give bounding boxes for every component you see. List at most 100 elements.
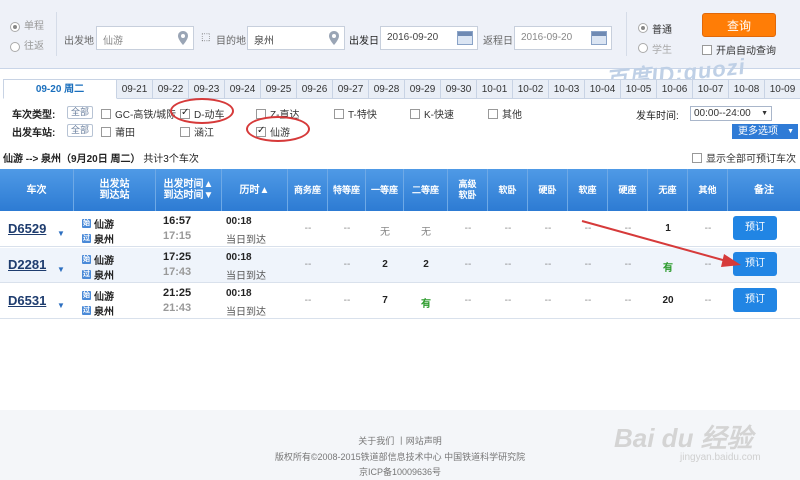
date-tab[interactable]: 09-20 周二 bbox=[3, 79, 117, 99]
date-tab[interactable]: 09-28 bbox=[369, 79, 405, 99]
date-tab[interactable]: 10-02 bbox=[513, 79, 549, 99]
filter-type-k[interactable]: K-快速 bbox=[410, 106, 454, 121]
date-tab[interactable]: 09-25 bbox=[261, 79, 297, 99]
checkbox-icon[interactable] bbox=[334, 108, 344, 119]
checkbox-icon[interactable] bbox=[101, 126, 111, 137]
seat-cell: 7 bbox=[382, 295, 388, 306]
date-tab[interactable]: 10-05 bbox=[621, 79, 657, 99]
column-header: 软卧 bbox=[488, 169, 528, 211]
arrive-time: 17:15 bbox=[163, 230, 192, 242]
divider bbox=[56, 12, 57, 56]
train-code-link[interactable]: D6531 bbox=[8, 293, 46, 308]
date-tab[interactable]: 09-21 bbox=[117, 79, 153, 99]
seat-cell: -- bbox=[624, 223, 632, 234]
expand-arrow-icon[interactable]: ▼ bbox=[57, 265, 65, 274]
date-tab[interactable]: 10-09 bbox=[765, 79, 800, 99]
calendar-icon[interactable] bbox=[591, 31, 607, 45]
radio-icon[interactable] bbox=[638, 23, 648, 33]
seat-cell: -- bbox=[584, 295, 592, 306]
date-tab[interactable]: 09-23 bbox=[189, 79, 225, 99]
depart-date-input[interactable]: 2016-09-20 bbox=[380, 26, 478, 50]
return-date-input[interactable]: 2016-09-20 bbox=[514, 26, 612, 50]
train-code-link[interactable]: D2281 bbox=[8, 257, 46, 272]
date-tab[interactable]: 09-22 bbox=[153, 79, 189, 99]
expand-arrow-icon[interactable]: ▼ bbox=[57, 229, 65, 238]
column-header: 备注 bbox=[754, 184, 774, 196]
seat-cell: 20 bbox=[662, 295, 674, 306]
date-tab[interactable]: 09-29 bbox=[405, 79, 441, 99]
table-row: D6531 ▼ 始仙游 过泉州 21:25 21:43 00:18 当日到达 -… bbox=[0, 284, 800, 319]
seat-cell: -- bbox=[544, 295, 552, 306]
train-code-link[interactable]: D6529 bbox=[8, 221, 46, 236]
show-all-checkbox[interactable]: 显示全部可预订车次 bbox=[692, 150, 796, 165]
date-tab[interactable]: 09-30 bbox=[441, 79, 477, 99]
calendar-icon[interactable] bbox=[457, 31, 473, 45]
column-header: 特等座 bbox=[328, 169, 366, 211]
column-header[interactable]: 出发时间▲ 到达时间▼ bbox=[156, 169, 222, 211]
filter-type-other[interactable]: 其他 bbox=[488, 106, 522, 121]
column-header: 商务座 bbox=[288, 169, 328, 211]
column-header[interactable]: 出发站 到达站 bbox=[74, 169, 156, 211]
filter-station-putian[interactable]: 莆田 bbox=[101, 124, 135, 139]
depart-time: 21:25 bbox=[163, 287, 192, 299]
date-tab[interactable]: 09-27 bbox=[333, 79, 369, 99]
seat-cell: 有 bbox=[663, 263, 673, 274]
book-button[interactable]: 预订 bbox=[733, 252, 777, 276]
column-header[interactable]: 车次 bbox=[0, 169, 74, 211]
all-types-button[interactable]: 全部 bbox=[67, 106, 94, 119]
arrive-time: 17:43 bbox=[163, 266, 192, 278]
depart-time-select[interactable]: 00:00--24:00 bbox=[690, 106, 772, 121]
all-stations-button[interactable]: 全部 bbox=[67, 124, 94, 137]
watermark-baidu-logo: Bai du 经验 bbox=[614, 423, 753, 453]
radio-icon[interactable] bbox=[10, 22, 20, 32]
expand-arrow-icon[interactable]: ▼ bbox=[57, 301, 65, 310]
query-button[interactable]: 查询 bbox=[702, 13, 776, 37]
from-label: 出发地 bbox=[64, 36, 94, 47]
date-tab[interactable]: 10-04 bbox=[585, 79, 621, 99]
radio-icon[interactable] bbox=[638, 43, 648, 53]
to-input[interactable]: 泉州 bbox=[247, 26, 345, 50]
book-button[interactable]: 预订 bbox=[733, 216, 777, 240]
checkbox-icon[interactable] bbox=[692, 152, 702, 163]
column-header: 软座 bbox=[568, 169, 608, 211]
swap-icon[interactable]: ⬚ bbox=[201, 32, 210, 43]
date-tab[interactable]: 10-03 bbox=[549, 79, 585, 99]
trip-type-roundtrip[interactable]: 往返 bbox=[10, 37, 44, 57]
checkbox-icon[interactable] bbox=[488, 108, 498, 119]
checkbox-icon[interactable] bbox=[180, 126, 190, 137]
seat-cell: -- bbox=[704, 223, 712, 234]
column-header[interactable]: 历时▲ bbox=[222, 169, 288, 211]
seat-cell: 2 bbox=[423, 259, 429, 270]
filter-station-hanjiang[interactable]: 涵江 bbox=[180, 124, 214, 139]
train-type-label: 车次类型: bbox=[12, 110, 56, 121]
from-input[interactable]: 仙游 bbox=[96, 26, 194, 50]
checkbox-icon[interactable] bbox=[410, 108, 420, 119]
seat-cell: -- bbox=[343, 223, 351, 234]
date-tab[interactable]: 10-08 bbox=[729, 79, 765, 99]
seat-cell: -- bbox=[343, 295, 351, 306]
more-options-button[interactable]: 更多选项 bbox=[732, 124, 798, 139]
date-tab[interactable]: 09-26 bbox=[297, 79, 333, 99]
to-station: 过泉州 bbox=[82, 306, 114, 318]
trip-type-oneway[interactable]: 单程 bbox=[10, 17, 44, 37]
date-tab[interactable]: 09-24 bbox=[225, 79, 261, 99]
date-tab[interactable]: 10-01 bbox=[477, 79, 513, 99]
seat-cell: -- bbox=[544, 223, 552, 234]
column-header: 硬卧 bbox=[528, 169, 568, 211]
seat-cell: -- bbox=[504, 259, 512, 270]
book-button[interactable]: 预订 bbox=[733, 288, 777, 312]
column-header: 硬座 bbox=[608, 169, 648, 211]
depart-date-label: 出发日 bbox=[349, 36, 379, 47]
station-start-icon: 始 bbox=[82, 291, 91, 300]
passenger-type-group: 普通 学生 bbox=[638, 18, 672, 58]
passenger-type-student[interactable]: 学生 bbox=[638, 38, 672, 58]
date-tab[interactable]: 10-06 bbox=[657, 79, 693, 99]
radio-icon[interactable] bbox=[10, 42, 20, 52]
station-end-icon: 过 bbox=[82, 270, 91, 279]
date-tab[interactable]: 10-07 bbox=[693, 79, 729, 99]
filter-type-t[interactable]: T-特快 bbox=[334, 106, 377, 121]
checkbox-icon[interactable] bbox=[101, 108, 111, 119]
filter-type-gc[interactable]: GC-高铁/城际 bbox=[101, 106, 176, 121]
passenger-type-normal[interactable]: 普通 bbox=[638, 18, 672, 38]
seat-cell: -- bbox=[544, 259, 552, 270]
